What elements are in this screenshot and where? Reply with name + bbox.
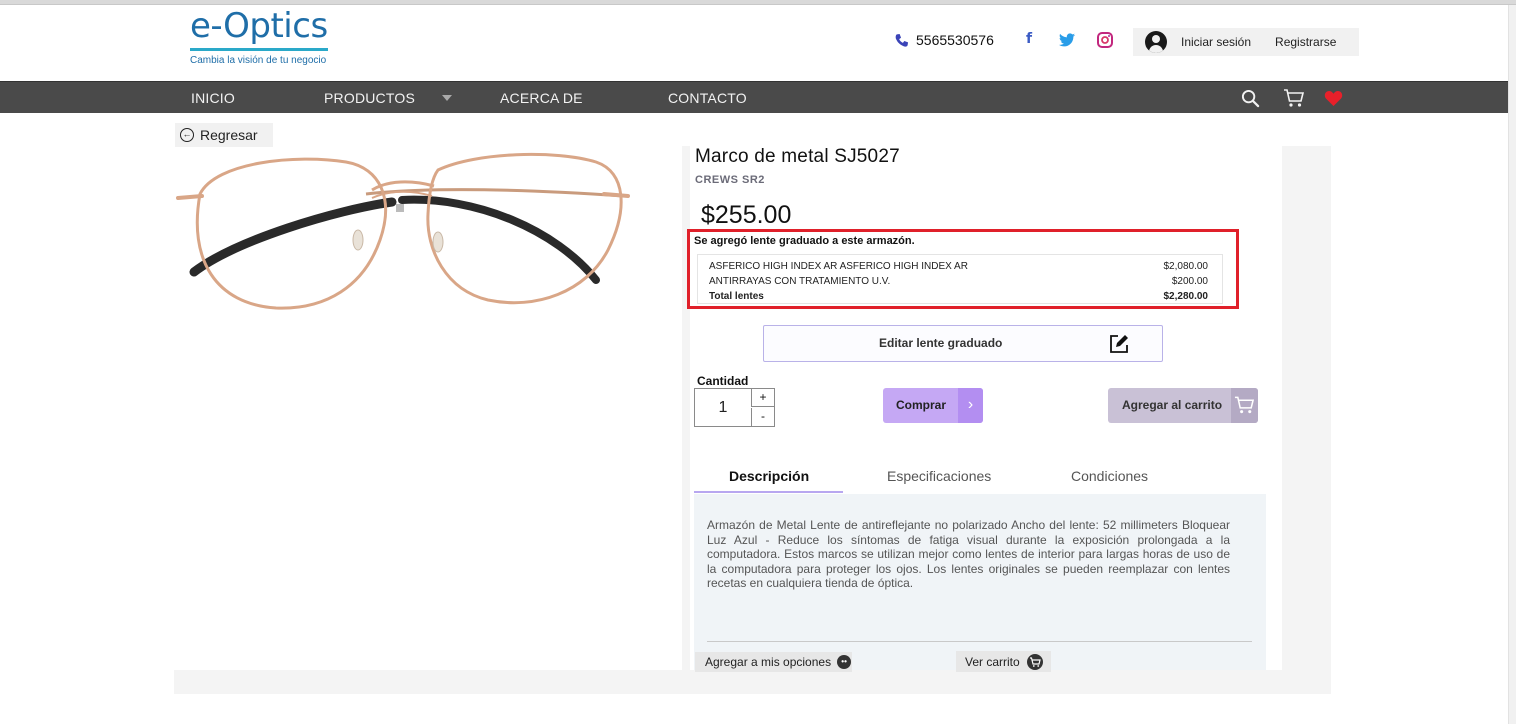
lens-total-row: Total lentes $2,280.00 [709, 289, 1208, 304]
logo-tagline: Cambia la visión de tu negocio [190, 55, 327, 66]
phone-number: 5565530576 [916, 32, 994, 48]
facebook-icon[interactable]: f [1021, 31, 1037, 47]
login-link[interactable]: Iniciar sesión [1181, 35, 1251, 49]
active-tab-indicator [694, 491, 843, 493]
add-to-cart-button[interactable]: Agregar al carrito [1108, 388, 1258, 423]
page-scrollbar[interactable] [1508, 5, 1516, 724]
view-cart-button[interactable]: Ver carrito [956, 651, 1051, 672]
back-button[interactable]: ← Regresar [175, 123, 273, 147]
quantity-label: Cantidad [697, 374, 749, 388]
phone-icon [895, 33, 909, 47]
tab-especificaciones[interactable]: Especificaciones [887, 468, 991, 484]
quantity-input[interactable]: 1 [695, 389, 751, 426]
edit-pencil-icon [1110, 335, 1128, 353]
back-label: Regresar [200, 127, 258, 143]
phone-contact[interactable]: 5565530576 [894, 32, 994, 48]
nav-acerca-de[interactable]: ACERCA DE [500, 90, 583, 106]
lens-item-price: $2,080.00 [1163, 261, 1209, 272]
cart-icon [1026, 653, 1043, 670]
add-to-options-button[interactable]: Agregar a mis opciones •• [695, 652, 852, 672]
cart-icon[interactable] [1283, 88, 1305, 108]
divider [707, 641, 1252, 642]
product-title: Marco de metal SJ5027 [695, 146, 900, 167]
description-text: Armazón de Metal Lente de antireflejante… [707, 518, 1230, 590]
nav-inicio[interactable]: INICIO [191, 90, 235, 106]
edit-lens-label: Editar lente graduado [879, 336, 1003, 350]
description-panel: Armazón de Metal Lente de antireflejante… [694, 494, 1266, 670]
product-image[interactable] [176, 150, 632, 318]
twitter-icon[interactable] [1059, 32, 1075, 48]
arrow-left-icon: ← [180, 128, 194, 142]
add-to-cart-label: Agregar al carrito [1122, 398, 1223, 412]
register-link[interactable]: Registrarse [1275, 35, 1336, 49]
lens-row: ANTIRRAYAS CON TRATAMIENTO U.V. $200.00 [709, 274, 1208, 289]
more-options-icon: •• [837, 655, 852, 669]
chevron-down-icon[interactable] [442, 95, 452, 101]
lens-item-name: ANTIRRAYAS CON TRATAMIENTO U.V. [709, 276, 891, 287]
logo-text: e-Optics [190, 6, 328, 46]
heart-icon[interactable] [1324, 90, 1343, 107]
user-avatar-icon[interactable] [1145, 31, 1167, 53]
tab-descripcion[interactable]: Descripción [729, 468, 809, 484]
chevron-right-icon: › [958, 388, 983, 423]
nav-productos[interactable]: PRODUCTOS [324, 90, 415, 106]
window-top-edge [0, 0, 1516, 5]
add-to-options-label: Agregar a mis opciones [705, 655, 832, 669]
edit-lens-button[interactable]: Editar lente graduado [763, 325, 1163, 362]
lens-summary-table: ASFERICO HIGH INDEX AR ASFERICO HIGH IND… [697, 254, 1223, 304]
quantity-decrement-button[interactable]: - [751, 408, 774, 426]
cart-icon [1234, 396, 1255, 414]
lens-total-price: $2,280.00 [1163, 291, 1209, 302]
buy-button[interactable]: Comprar › [883, 388, 983, 423]
search-icon[interactable] [1241, 89, 1260, 108]
lens-item-name: ASFERICO HIGH INDEX AR ASFERICO HIGH IND… [709, 261, 968, 272]
product-tabs: Descripción Especificaciones Condiciones [694, 460, 1266, 494]
tab-condiciones[interactable]: Condiciones [1071, 468, 1148, 484]
logo[interactable]: e-Optics Cambia la visión de tu negocio [190, 8, 330, 72]
lens-row: ASFERICO HIGH INDEX AR ASFERICO HIGH IND… [709, 259, 1208, 274]
quantity-stepper: 1 + - [694, 388, 775, 427]
view-cart-label: Ver carrito [965, 654, 1020, 669]
product-price: $255.00 [701, 201, 792, 229]
quantity-increment-button[interactable]: + [751, 389, 774, 407]
logo-underline [190, 48, 328, 51]
lens-added-note: Se agregó lente graduado a este armazón. [694, 235, 915, 247]
nav-contacto[interactable]: CONTACTO [668, 90, 747, 106]
lens-item-price: $200.00 [1171, 276, 1208, 287]
cart-icon-container [1231, 388, 1258, 423]
product-brand: CREWS SR2 [695, 174, 765, 186]
main-nav: INICIO PRODUCTOS ACERCA DE CONTACTO [0, 81, 1508, 113]
account-bar: Iniciar sesión Registrarse [1133, 28, 1359, 56]
lens-total-label: Total lentes [709, 291, 764, 302]
instagram-icon[interactable] [1097, 32, 1113, 48]
buy-label: Comprar [896, 398, 947, 412]
